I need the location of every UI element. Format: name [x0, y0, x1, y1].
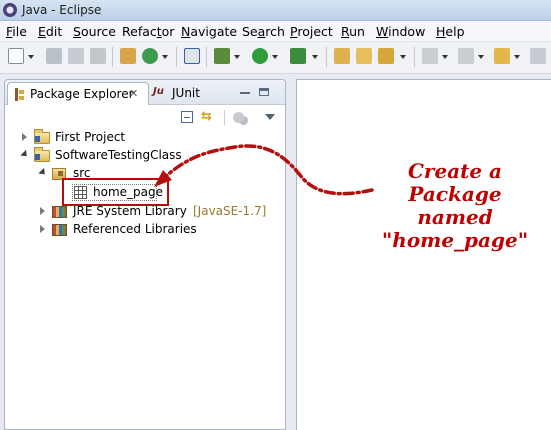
external-tools-icon[interactable]: [290, 48, 306, 64]
tree-item-label: Referenced Libraries: [73, 222, 197, 236]
skip-breakpoints-icon[interactable]: [184, 48, 200, 64]
menu-edit[interactable]: Edit: [38, 24, 62, 39]
debug-dropdown-icon[interactable]: [234, 55, 240, 59]
save-icon[interactable]: [46, 48, 62, 64]
tab-package-explorer-label: Package Explorer: [30, 87, 134, 101]
print-icon[interactable]: [90, 48, 106, 64]
view-menu-icon[interactable]: [265, 114, 275, 120]
package-icon: [74, 186, 87, 199]
view-toolbar: ⇆: [5, 105, 285, 129]
toolbar-separator: [326, 47, 327, 67]
new-icon[interactable]: [8, 48, 24, 64]
search-dropdown-icon[interactable]: [400, 55, 406, 59]
tree-item-referenced-libraries[interactable]: Referenced Libraries: [38, 221, 238, 239]
save-all-icon[interactable]: [68, 48, 84, 64]
toolbar-separator: [112, 47, 113, 67]
new-class-icon[interactable]: [142, 48, 158, 64]
menu-source[interactable]: Source: [73, 24, 116, 39]
tab-package-explorer[interactable]: Package Explorer ✕: [7, 82, 149, 105]
eclipse-icon: [3, 3, 17, 17]
junit-icon: Ju: [153, 86, 164, 97]
next-annotation-dropdown-icon[interactable]: [442, 55, 448, 59]
view-toolbar-separator: [224, 110, 225, 125]
annotation-line: Package: [408, 182, 502, 206]
menu-navigate[interactable]: Navigate: [181, 24, 237, 39]
menu-window[interactable]: Window: [376, 24, 425, 39]
project-folder-icon: [34, 147, 50, 162]
collapse-all-icon[interactable]: [181, 111, 193, 123]
minimize-icon[interactable]: [240, 88, 250, 94]
toolbar-separator: [414, 47, 415, 67]
new-class-dropdown-icon[interactable]: [162, 55, 168, 59]
maximize-icon[interactable]: [259, 88, 269, 96]
previous-annotation-dropdown-icon[interactable]: [478, 55, 484, 59]
open-type-icon[interactable]: [334, 48, 350, 64]
previous-annotation-icon[interactable]: [458, 48, 474, 64]
annotation-line: named: [417, 205, 493, 229]
new-dropdown-icon[interactable]: [28, 55, 34, 59]
open-task-icon[interactable]: [356, 48, 372, 64]
view-header: Package Explorer ✕ Ju JUnit: [5, 80, 285, 105]
expand-icon[interactable]: [22, 133, 27, 141]
next-annotation-icon[interactable]: [422, 48, 438, 64]
menu-bar: File Edit Source Refactor Navigate Searc…: [0, 21, 551, 42]
window-title: Java - Eclipse: [22, 3, 102, 17]
annotation-line: Create a: [407, 159, 503, 183]
toolbar-separator: [176, 47, 177, 67]
library-icon: [52, 206, 67, 218]
annotation-callout: Create a Package named "home_page": [360, 160, 550, 252]
search-icon[interactable]: [378, 48, 394, 64]
debug-icon[interactable]: [214, 48, 230, 64]
toolbar-separator: [206, 47, 207, 67]
run-dropdown-icon[interactable]: [272, 55, 278, 59]
menu-help[interactable]: Help: [436, 24, 465, 39]
editor-area[interactable]: [296, 79, 551, 430]
close-icon[interactable]: ✕: [129, 87, 138, 100]
tree-item-label: First Project: [55, 130, 126, 144]
expand-icon[interactable]: [40, 225, 45, 233]
menu-project[interactable]: Project: [290, 24, 333, 39]
main-toolbar: [0, 42, 551, 74]
package-explorer-icon: [15, 88, 24, 101]
annotation-arrow: [154, 144, 374, 196]
back-icon[interactable]: [494, 48, 510, 64]
menu-file[interactable]: File: [6, 24, 27, 39]
link-with-editor-icon[interactable]: ⇆: [201, 110, 216, 124]
jre-version-tag: [JavaSE-1.7]: [193, 204, 267, 218]
tree-item-label: JRE System Library: [73, 204, 187, 218]
tree-item-jre-system-library[interactable]: JRE System Library [JavaSE-1.7]: [38, 203, 266, 221]
back-dropdown-icon[interactable]: [514, 55, 520, 59]
library-icon: [52, 224, 67, 236]
title-bar: Java - Eclipse: [0, 0, 551, 21]
menu-run[interactable]: Run: [341, 24, 365, 39]
project-folder-icon: [34, 129, 50, 144]
annotation-line: "home_page": [381, 228, 529, 252]
tab-junit[interactable]: JUnit: [172, 86, 200, 100]
collapse-icon[interactable]: [20, 149, 30, 160]
new-java-project-icon[interactable]: [120, 48, 136, 64]
menu-search[interactable]: Search: [242, 24, 285, 39]
external-tools-dropdown-icon[interactable]: [312, 55, 318, 59]
run-icon[interactable]: [252, 48, 268, 64]
focus-on-active-task-icon[interactable]: [233, 112, 244, 123]
expand-icon[interactable]: [40, 207, 45, 215]
collapse-icon[interactable]: [38, 167, 48, 178]
menu-refactor[interactable]: Refactor: [122, 24, 174, 39]
forward-icon[interactable]: [530, 48, 546, 64]
